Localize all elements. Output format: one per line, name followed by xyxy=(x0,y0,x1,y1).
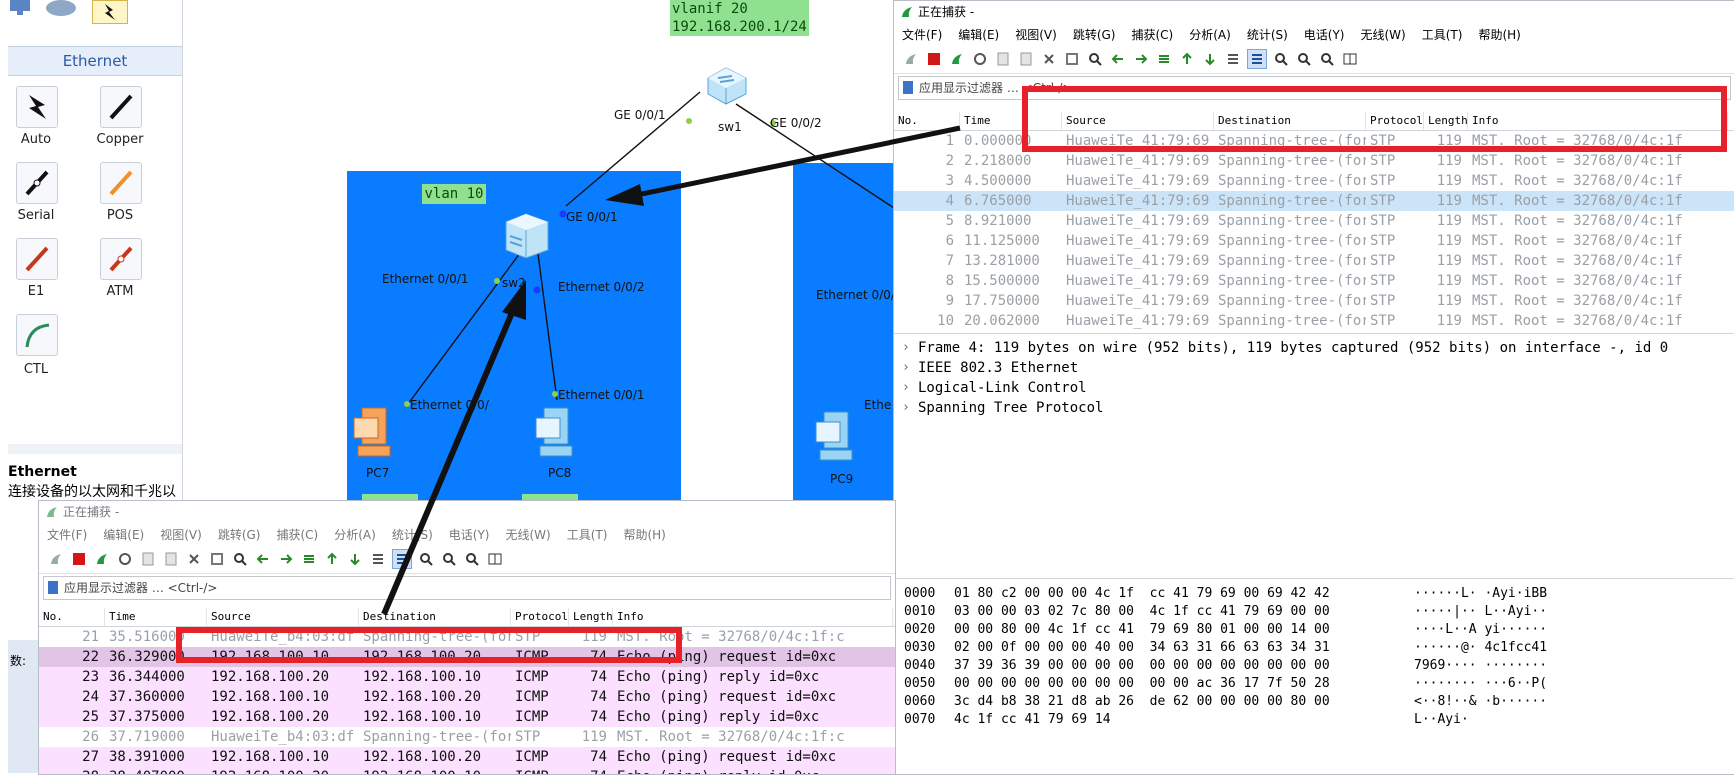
annotation-arrows xyxy=(381,125,961,616)
